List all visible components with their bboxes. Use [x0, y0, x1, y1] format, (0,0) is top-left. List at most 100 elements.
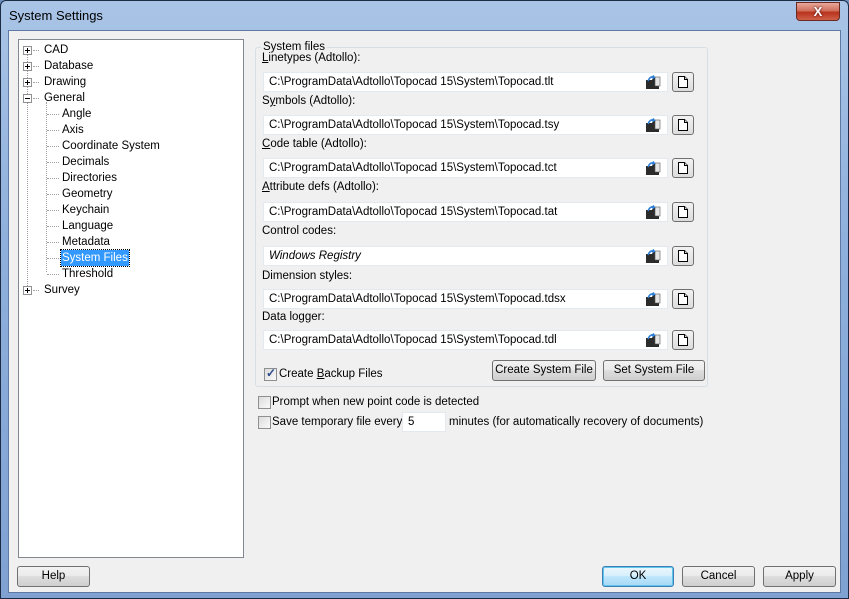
tree-line: [47, 114, 59, 116]
tree-line: [33, 82, 39, 84]
control-codes-label: Control codes:: [262, 225, 336, 237]
control-codes-new-file-button[interactable]: [672, 246, 694, 266]
label-part: Control codes:: [262, 225, 337, 237]
browse-folder-icon[interactable]: [645, 249, 661, 264]
tree-item-metadata[interactable]: Metadata: [19, 234, 239, 250]
tree-item-drawing[interactable]: Drawing: [19, 74, 239, 90]
tree-item-label: Metadata: [62, 236, 110, 248]
tree-item-axis[interactable]: Axis: [19, 122, 239, 138]
save-temp-file-checkbox[interactable]: [258, 416, 271, 429]
close-button[interactable]: X: [796, 2, 840, 21]
tree-line: [47, 146, 59, 148]
expand-plus-icon[interactable]: [23, 46, 32, 55]
collapse-minus-icon[interactable]: [23, 94, 32, 103]
tree-line: [33, 66, 39, 68]
minutes-input[interactable]: 5: [402, 412, 446, 432]
data-logger-new-file-button[interactable]: [672, 330, 694, 350]
new-document-icon: [678, 76, 688, 88]
tree-item-database[interactable]: Database: [19, 58, 239, 74]
tree-item-coordinate-system[interactable]: Coordinate System: [19, 138, 239, 154]
set-system-file-button[interactable]: Set System File: [603, 360, 705, 381]
tree-item-decimals[interactable]: Decimals: [19, 154, 239, 170]
prompt-point-code-label[interactable]: Prompt when new point code is detected: [272, 396, 479, 408]
tree-item-general[interactable]: General: [19, 90, 239, 106]
tree-item-label: Survey: [44, 284, 80, 296]
tree-item-survey[interactable]: Survey: [19, 282, 239, 298]
tree-item-geometry[interactable]: Geometry: [19, 186, 239, 202]
title-bar[interactable]: System Settings X: [1, 1, 848, 30]
label-part: Dimension styles:: [262, 270, 353, 282]
tree-item-cad[interactable]: CAD: [19, 42, 239, 58]
tree-item-label: Coordinate System: [62, 140, 160, 152]
cancel-button[interactable]: Cancel: [682, 566, 755, 587]
tree-line: [47, 226, 59, 228]
dimension-styles-new-file-button[interactable]: [672, 289, 694, 309]
tree-item-label: Database: [44, 60, 94, 72]
settings-tree[interactable]: CAD Database Drawing General Angle Axis Coordi…: [18, 39, 244, 558]
symbols-new-file-button[interactable]: [672, 115, 694, 135]
window-title: System Settings: [9, 8, 103, 23]
tree-item-label: Threshold: [62, 268, 114, 280]
system-settings-window: System Settings X CAD Database Drawing Gene…: [0, 0, 849, 599]
label-part: Create: [279, 368, 317, 380]
linetypes-path-field[interactable]: C:\ProgramData\Adtollo\Topocad 15\System…: [263, 72, 668, 92]
ok-button[interactable]: OK: [602, 566, 674, 587]
tree-line: [47, 178, 59, 180]
tree-item-label: Keychain: [62, 204, 110, 216]
path-value: Windows Registry: [269, 250, 361, 262]
linetypes-label: Linetypes (Adtollo):: [262, 52, 360, 64]
code-table-new-file-button[interactable]: [672, 158, 694, 178]
tree-line: [47, 274, 59, 276]
browse-folder-icon[interactable]: [645, 75, 661, 90]
path-value: C:\ProgramData\Adtollo\Topocad 15\System…: [269, 293, 566, 305]
linetypes-new-file-button[interactable]: [672, 72, 694, 92]
dimension-styles-path-field[interactable]: C:\ProgramData\Adtollo\Topocad 15\System…: [263, 289, 668, 309]
tree-line: [47, 130, 59, 132]
data-logger-path-field[interactable]: C:\ProgramData\Adtollo\Topocad 15\System…: [263, 330, 668, 350]
tree-item-label: Angle: [62, 108, 92, 120]
save-temp-file-label[interactable]: Save temporary file every: [272, 416, 402, 428]
create-backup-label[interactable]: Create Backup Files: [279, 368, 383, 380]
tree-item-threshold[interactable]: Threshold: [19, 266, 239, 282]
prompt-point-code-checkbox[interactable]: [258, 396, 271, 409]
browse-folder-icon[interactable]: [645, 161, 661, 176]
code-table-path-field[interactable]: C:\ProgramData\Adtollo\Topocad 15\System…: [263, 158, 668, 178]
dimension-styles-label: Dimension styles:: [262, 270, 352, 282]
label-part: inetypes (Adtollo):: [268, 52, 361, 64]
new-document-icon: [678, 293, 688, 305]
control-codes-path-field[interactable]: Windows Registry: [263, 246, 668, 266]
symbols-path-field[interactable]: C:\ProgramData\Adtollo\Topocad 15\System…: [263, 115, 668, 135]
new-document-icon: [678, 119, 688, 131]
new-document-icon: [678, 206, 688, 218]
tree-line: [47, 194, 59, 196]
browse-folder-icon[interactable]: [645, 292, 661, 307]
browse-folder-icon[interactable]: [645, 118, 661, 133]
label-part: Data logger:: [262, 311, 325, 323]
create-backup-checkbox[interactable]: ✓: [264, 366, 277, 381]
label-part: ode table (Adtollo):: [270, 138, 367, 150]
help-button[interactable]: Help: [17, 566, 90, 587]
tree-item-label: Decimals: [62, 156, 110, 168]
tree-item-angle[interactable]: Angle: [19, 106, 239, 122]
tree-item-keychain[interactable]: Keychain: [19, 202, 239, 218]
expand-plus-icon[interactable]: [23, 78, 32, 87]
tree-line: [33, 290, 39, 292]
tree-item-label: CAD: [44, 44, 69, 56]
browse-folder-icon[interactable]: [645, 333, 661, 348]
expand-plus-icon[interactable]: [23, 62, 32, 71]
path-value: C:\ProgramData\Adtollo\Topocad 15\System…: [269, 76, 554, 88]
path-value: C:\ProgramData\Adtollo\Topocad 15\System…: [269, 334, 557, 346]
minutes-suffix-label: minutes (for automatically recovery of d…: [449, 416, 704, 428]
attribute-defs-new-file-button[interactable]: [672, 202, 694, 222]
label-part: ackup Files: [324, 368, 383, 380]
expand-plus-icon[interactable]: [23, 286, 32, 295]
attribute-defs-label: Attribute defs (Adtollo):: [262, 181, 379, 193]
create-system-file-button[interactable]: Create System File: [492, 360, 596, 381]
tree-item-directories[interactable]: Directories: [19, 170, 239, 186]
tree-line: [33, 98, 39, 100]
apply-button[interactable]: Apply: [763, 566, 836, 587]
tree-item-system-files[interactable]: System Files: [19, 249, 239, 267]
browse-folder-icon[interactable]: [645, 205, 661, 220]
tree-item-language[interactable]: Language: [19, 218, 239, 234]
attribute-defs-path-field[interactable]: C:\ProgramData\Adtollo\Topocad 15\System…: [263, 202, 668, 222]
